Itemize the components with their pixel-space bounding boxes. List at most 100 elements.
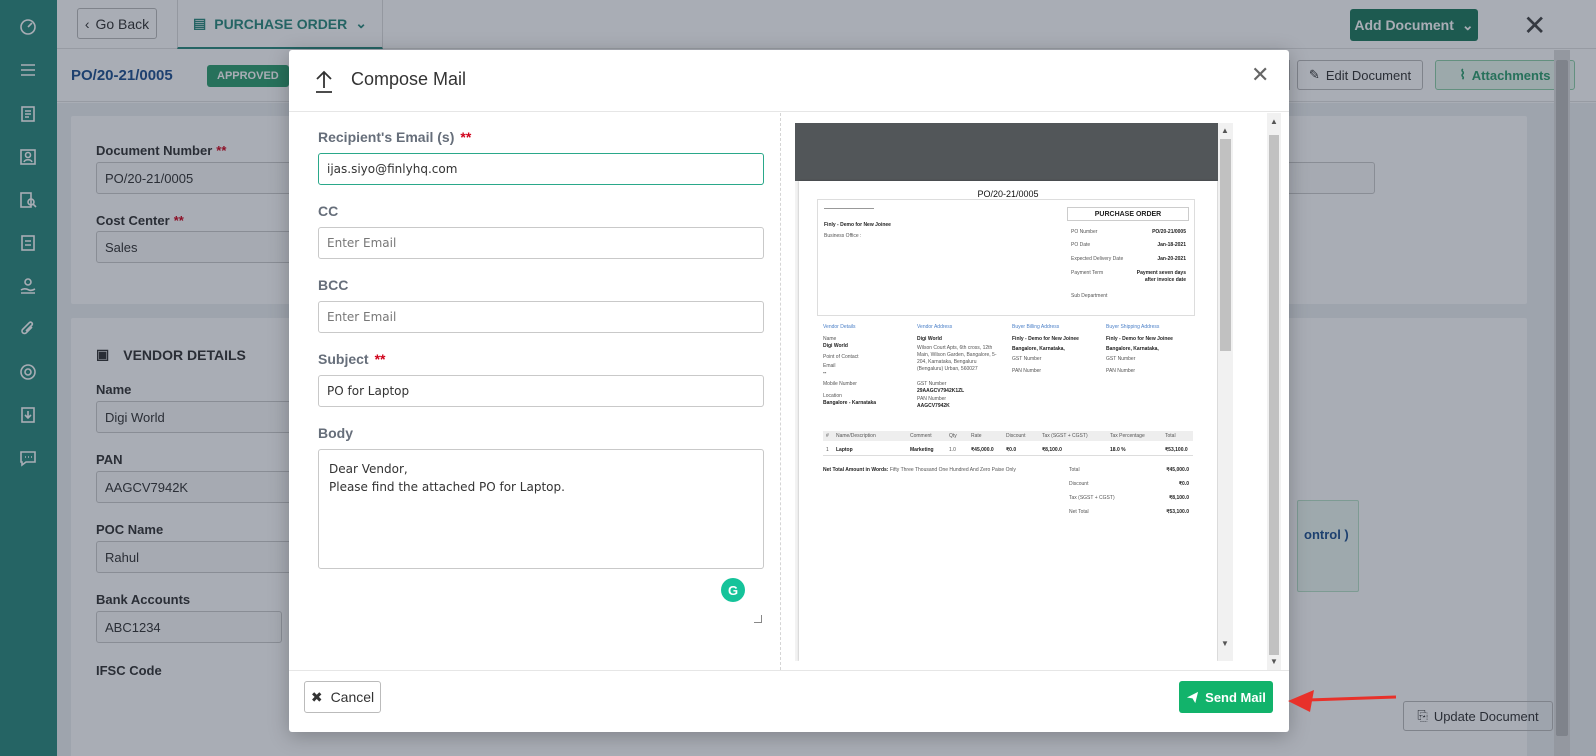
subject-input[interactable] (318, 375, 764, 407)
doc-billing-line: GST Number (1012, 356, 1042, 362)
dialog-footer: ✖ Cancel Send Mail (289, 670, 1289, 732)
doc-total-value: ₹53,100.0 (1166, 509, 1189, 515)
doc-header-box: Finly - Demo for New Joinee Business Off… (817, 199, 1195, 316)
doc-total-value: ₹8,100.0 (1169, 495, 1189, 501)
doc-shipping-line: PAN Number (1106, 368, 1136, 374)
doc-table-header-cell: Rate (971, 433, 982, 439)
cc-email-input[interactable] (318, 227, 764, 259)
doc-table-cell: ₹45,000.0 (971, 447, 994, 453)
doc-table-header-cell: Comment (910, 433, 932, 439)
doc-vendor-address-line: Digi World (917, 336, 942, 342)
doc-table-cell: ₹53,100.0 (1165, 447, 1188, 453)
doc-amount-words: Net Total Amount in Words: Fifty Three T… (823, 467, 1016, 473)
scroll-up-icon[interactable]: ▲ (1221, 126, 1229, 135)
doc-vendor-detail: Email (823, 363, 836, 369)
dialog-title: Compose Mail (351, 69, 467, 89)
doc-table-cell: 18.0 % (1110, 447, 1126, 453)
doc-table-cell: Marketing (910, 447, 934, 453)
body-label: Body (318, 425, 353, 441)
doc-meta-label: PO Date (1071, 242, 1091, 248)
close-dialog-icon[interactable]: ✕ (1251, 64, 1269, 86)
doc-meta-label: Expected Delivery Date (1071, 256, 1124, 262)
doc-section-vendor-address: Vendor Address (917, 324, 953, 330)
doc-total-value: ₹0.0 (1178, 481, 1189, 487)
doc-business-office: Business Office : (824, 233, 862, 239)
cc-label: CC (318, 203, 339, 219)
doc-table-header-cell: # (826, 433, 829, 439)
doc-table-divider (823, 455, 1193, 456)
doc-table-cell: Laptop (836, 447, 853, 453)
doc-shipping-line: Bangalore, Karnataka, (1106, 346, 1159, 352)
scroll-up-icon[interactable]: ▲ (1270, 117, 1278, 126)
doc-table-header-cell: Discount (1006, 433, 1026, 439)
scroll-down-icon[interactable]: ▼ (1221, 639, 1229, 648)
doc-company: Finly - Demo for New Joinee (824, 222, 891, 228)
mail-form: Recipient's Email (s)** CC BCC Subject**… (289, 113, 780, 670)
doc-vendor-address-line: PAN Number (917, 396, 947, 402)
doc-vendor-address-line: GST Number (917, 381, 947, 387)
doc-section-billing: Buyer Billing Address (1012, 324, 1060, 330)
doc-table-cell: ₹0.0 (1006, 447, 1017, 453)
doc-vendor-detail: -- (823, 370, 827, 376)
doc-meta-value: PO/20-21/0005 (1152, 229, 1186, 235)
doc-table-cell: 1.0 (949, 447, 956, 453)
paper-plane-icon (1187, 691, 1199, 703)
send-mail-label: Send Mail (1205, 689, 1266, 705)
doc-billing-line: Bangalore, Karnataka, (1012, 346, 1065, 352)
doc-title: PO/20-21/0005 (977, 189, 1039, 199)
pdf-viewer-toolbar (795, 123, 1233, 181)
doc-table-header-cell: Tax Percentage (1110, 433, 1145, 439)
preview-scrollbar[interactable]: ▲ ▼ (1267, 113, 1281, 670)
doc-vendor-detail: Mobile Number (823, 381, 857, 387)
doc-total-label: Net Total (1069, 509, 1089, 515)
recipient-email-input[interactable] (318, 153, 764, 185)
pdf-scrollbar[interactable]: ▲ ▼ (1218, 123, 1233, 661)
bcc-label: BCC (318, 277, 349, 293)
po-document-page: PO/20-21/0005 Finly - Demo for New Joine… (799, 181, 1217, 661)
pdf-scrollbar-thumb[interactable] (1220, 139, 1231, 351)
doc-shipping-line: Finly - Demo for New Joinee (1106, 336, 1173, 342)
doc-table-header-cell: Tax (SGST + CGST) (1042, 433, 1088, 439)
doc-vendor-detail: Bangalore - Karnataka (823, 400, 877, 406)
close-icon: ✖ (310, 688, 323, 705)
scroll-down-icon[interactable]: ▼ (1270, 657, 1278, 666)
doc-meta-value: Jan-18-2021 (1157, 242, 1186, 248)
doc-vendor-detail: Name (823, 336, 837, 342)
doc-vendor-address-line: (Bengaluru) Urban, 560027 (917, 366, 978, 372)
doc-meta-value: after invoice date (1144, 277, 1186, 283)
compose-mail-dialog: Compose Mail ✕ Recipient's Email (s)** C… (289, 50, 1289, 732)
cancel-button[interactable]: ✖ Cancel (304, 681, 381, 713)
doc-vendor-detail: Point of Contact (823, 354, 859, 360)
grammarly-icon[interactable]: G (721, 578, 745, 602)
body-textarea[interactable]: Dear Vendor, Please find the attached PO… (318, 449, 764, 569)
resize-handle-icon[interactable] (754, 615, 762, 623)
send-mail-button[interactable]: Send Mail (1179, 681, 1273, 713)
doc-meta-label: Sub Department (1071, 293, 1108, 299)
logo-line (824, 208, 874, 209)
doc-shipping-line: GST Number (1106, 356, 1136, 362)
preview-scrollbar-thumb[interactable] (1269, 135, 1279, 655)
doc-table-header-cell: Name/Description (836, 433, 876, 439)
doc-vendor-address-line: 204, Karnataka, Bengaluru (917, 359, 977, 365)
doc-meta-value: Payment seven days (1136, 270, 1186, 276)
doc-vendor-detail: Digi World (823, 343, 848, 349)
doc-vendor-address-line: 29AAGCV7942K1ZL (917, 388, 965, 394)
dialog-header: Compose Mail ✕ (289, 50, 1289, 112)
doc-total-label: Tax (SGST + CGST) (1069, 495, 1115, 501)
doc-meta-label: PO Number (1071, 229, 1098, 235)
doc-meta-value: Jan-20-2021 (1157, 256, 1186, 262)
doc-total-value: ₹45,000.0 (1166, 467, 1189, 473)
doc-vendor-address-line: Wilson Court Apts, 6th cross, 12th (917, 345, 993, 351)
doc-vendor-address-line: AAGCV7942K (917, 403, 950, 409)
cancel-label: Cancel (330, 689, 375, 705)
pdf-preview-panel: PO/20-21/0005 Finly - Demo for New Joine… (780, 113, 1289, 670)
doc-billing-line: PAN Number (1012, 368, 1042, 374)
doc-table-cell: 1 (826, 447, 829, 453)
pdf-viewer[interactable]: PO/20-21/0005 Finly - Demo for New Joine… (795, 123, 1233, 661)
doc-table-header-cell: Total (1165, 433, 1176, 439)
doc-po-box: PURCHASE ORDER (1067, 207, 1189, 221)
doc-meta-label: Payment Term (1071, 270, 1104, 276)
bcc-email-input[interactable] (318, 301, 764, 333)
doc-total-label: Total (1069, 467, 1080, 473)
subject-label: Subject ** (318, 351, 386, 367)
